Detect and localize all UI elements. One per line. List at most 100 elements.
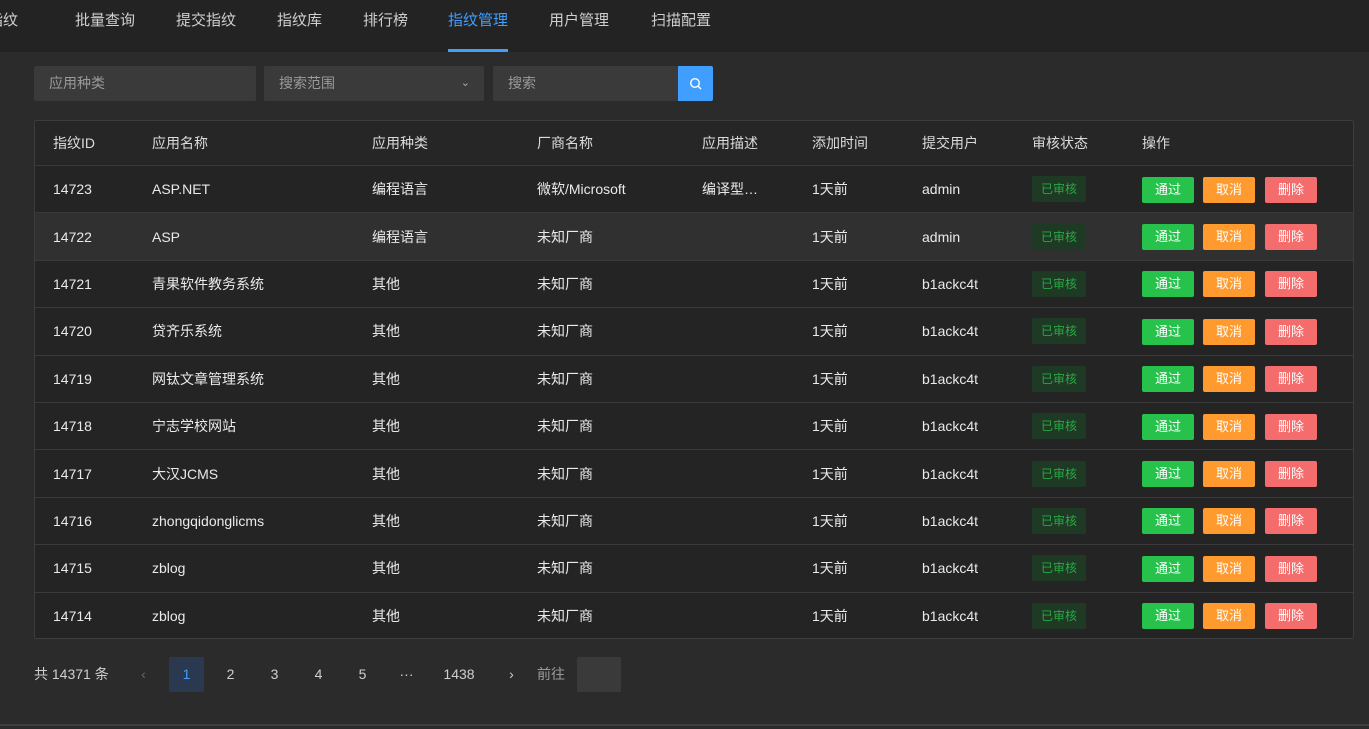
category-placeholder: 应用种类: [49, 75, 105, 91]
fingerprint-table: 指纹ID 应用名称 应用种类 厂商名称 应用描述 添加时间 提交用户 审核状态 操作 14723 A…: [34, 120, 1354, 639]
cancel-button[interactable]: 取消: [1203, 413, 1255, 440]
added-time: 1天前: [812, 607, 848, 624]
column-header: 厂商名称: [537, 135, 593, 151]
status-cell: 已审核: [1032, 498, 1087, 544]
nav-item-0[interactable]: 指纹: [0, 0, 18, 52]
column-header: 指纹ID: [53, 135, 95, 151]
vendor-name: 未知厂商: [537, 418, 593, 435]
vendor-name: 未知厂商: [537, 607, 593, 624]
table-row: 14715 zblog 其他 未知厂商 1天前 b1ackc4t 已审核 通过 取消 删除: [35, 544, 1353, 591]
vendor-name: 未知厂商: [537, 512, 593, 529]
status-cell: 已审核: [1032, 356, 1087, 402]
table-header: 指纹ID 应用名称 应用种类 厂商名称 应用描述 添加时间 提交用户 审核状态 操作: [35, 121, 1353, 165]
vendor-name: 未知厂商: [537, 560, 593, 577]
delete-button[interactable]: 删除: [1265, 224, 1317, 251]
submit-user: b1ackc4t: [922, 465, 979, 482]
nav-item-5[interactable]: 指纹管理: [448, 0, 509, 52]
app-name: ASP.NET: [152, 181, 211, 198]
app-category: 编程语言: [372, 228, 428, 245]
cancel-button[interactable]: 取消: [1203, 271, 1255, 298]
pass-button[interactable]: 通过: [1142, 413, 1194, 440]
nav-item-4[interactable]: 排行榜: [363, 0, 408, 52]
delete-button[interactable]: 删除: [1265, 176, 1317, 203]
app-name: 青果软件教务系统: [152, 275, 264, 292]
pass-button[interactable]: 通过: [1142, 176, 1194, 203]
cancel-button[interactable]: 取消: [1203, 176, 1255, 203]
scope-select[interactable]: 搜索范围 ⌄: [264, 66, 484, 101]
status-cell: 已审核: [1032, 450, 1087, 496]
pass-button[interactable]: 通过: [1142, 461, 1194, 488]
vendor-name: 未知厂商: [537, 370, 593, 387]
cancel-button[interactable]: 取消: [1203, 318, 1255, 345]
delete-button[interactable]: 删除: [1265, 508, 1317, 535]
vendor-name: 未知厂商: [537, 275, 593, 292]
nav-item-7[interactable]: 扫描配置: [651, 0, 711, 52]
fingerprint-id: 14717: [53, 465, 92, 482]
table-row: 14717 大汉JCMS 其他 未知厂商 1天前 b1ackc4t 已审核 通过 取消 删除: [35, 449, 1353, 496]
nav-item-6[interactable]: 用户管理: [549, 0, 609, 52]
app-name: 大汉JCMS: [152, 465, 219, 482]
page-5[interactable]: 5: [345, 657, 380, 692]
pass-button[interactable]: 通过: [1142, 318, 1194, 345]
nav-item-2[interactable]: 提交指纹: [176, 0, 236, 52]
submit-user: b1ackc4t: [922, 418, 979, 435]
vendor-name: 未知厂商: [537, 465, 593, 482]
pass-button[interactable]: 通过: [1142, 224, 1194, 251]
prev-page-button[interactable]: ‹: [126, 657, 161, 692]
status-cell: 已审核: [1032, 545, 1087, 591]
cancel-button[interactable]: 取消: [1203, 603, 1255, 630]
delete-button[interactable]: 删除: [1265, 366, 1317, 393]
delete-button[interactable]: 删除: [1265, 271, 1317, 298]
page-last[interactable]: 1438: [436, 657, 482, 692]
nav-item-1[interactable]: 批量查询: [75, 0, 135, 52]
page-2[interactable]: 2: [213, 657, 248, 692]
delete-button[interactable]: 删除: [1265, 413, 1317, 440]
app-category: 其他: [372, 370, 400, 387]
cancel-button[interactable]: 取消: [1203, 461, 1255, 488]
category-filter[interactable]: 应用种类: [34, 66, 256, 101]
app-name: 宁志学校网站: [152, 418, 236, 435]
cancel-button[interactable]: 取消: [1203, 224, 1255, 251]
delete-button[interactable]: 删除: [1265, 603, 1317, 630]
status-badge: 已审核: [1032, 365, 1087, 392]
table-row: 14719 网钛文章管理系统 其他 未知厂商 1天前 b1ackc4t 已审核 通过 取消 删除: [35, 354, 1353, 402]
submit-user: b1ackc4t: [922, 607, 979, 624]
pass-button[interactable]: 通过: [1142, 603, 1194, 630]
delete-button[interactable]: 删除: [1265, 318, 1317, 345]
added-time: 1天前: [812, 370, 848, 387]
nav-item-3[interactable]: 指纹库: [277, 0, 322, 52]
fingerprint-id: 14721: [53, 275, 92, 292]
cancel-button[interactable]: 取消: [1203, 555, 1255, 582]
pass-button[interactable]: 通过: [1142, 555, 1194, 582]
page-3[interactable]: 3: [257, 657, 292, 692]
fingerprint-id: 14716: [53, 512, 92, 529]
app-category: 其他: [372, 465, 400, 482]
divider: [0, 724, 1369, 726]
more-pages[interactable]: ···: [389, 657, 424, 692]
submit-user: b1ackc4t: [922, 323, 979, 340]
delete-button[interactable]: 删除: [1265, 461, 1317, 488]
status-cell: 已审核: [1032, 213, 1087, 259]
app-name: zblog: [152, 560, 186, 577]
status-badge: 已审核: [1032, 223, 1087, 250]
status-badge: 已审核: [1032, 413, 1087, 440]
pass-button[interactable]: 通过: [1142, 366, 1194, 393]
page-4[interactable]: 4: [301, 657, 336, 692]
cancel-button[interactable]: 取消: [1203, 508, 1255, 535]
fingerprint-id: 14718: [53, 418, 92, 435]
app-category: 编程语言: [372, 181, 428, 198]
search-input[interactable]: 搜索: [493, 66, 678, 101]
app-name: 贷齐乐系统: [152, 323, 222, 340]
submit-user: b1ackc4t: [922, 560, 979, 577]
search-button[interactable]: [678, 66, 713, 101]
pass-button[interactable]: 通过: [1142, 271, 1194, 298]
pass-button[interactable]: 通过: [1142, 508, 1194, 535]
next-page-button[interactable]: ›: [494, 657, 529, 692]
status-cell: 已审核: [1032, 308, 1087, 354]
column-header: 审核状态: [1032, 135, 1088, 151]
goto-page-input[interactable]: [577, 657, 621, 692]
cancel-button[interactable]: 取消: [1203, 366, 1255, 393]
delete-button[interactable]: 删除: [1265, 555, 1317, 582]
page-1[interactable]: 1: [169, 657, 204, 692]
app-category: 其他: [372, 275, 400, 292]
